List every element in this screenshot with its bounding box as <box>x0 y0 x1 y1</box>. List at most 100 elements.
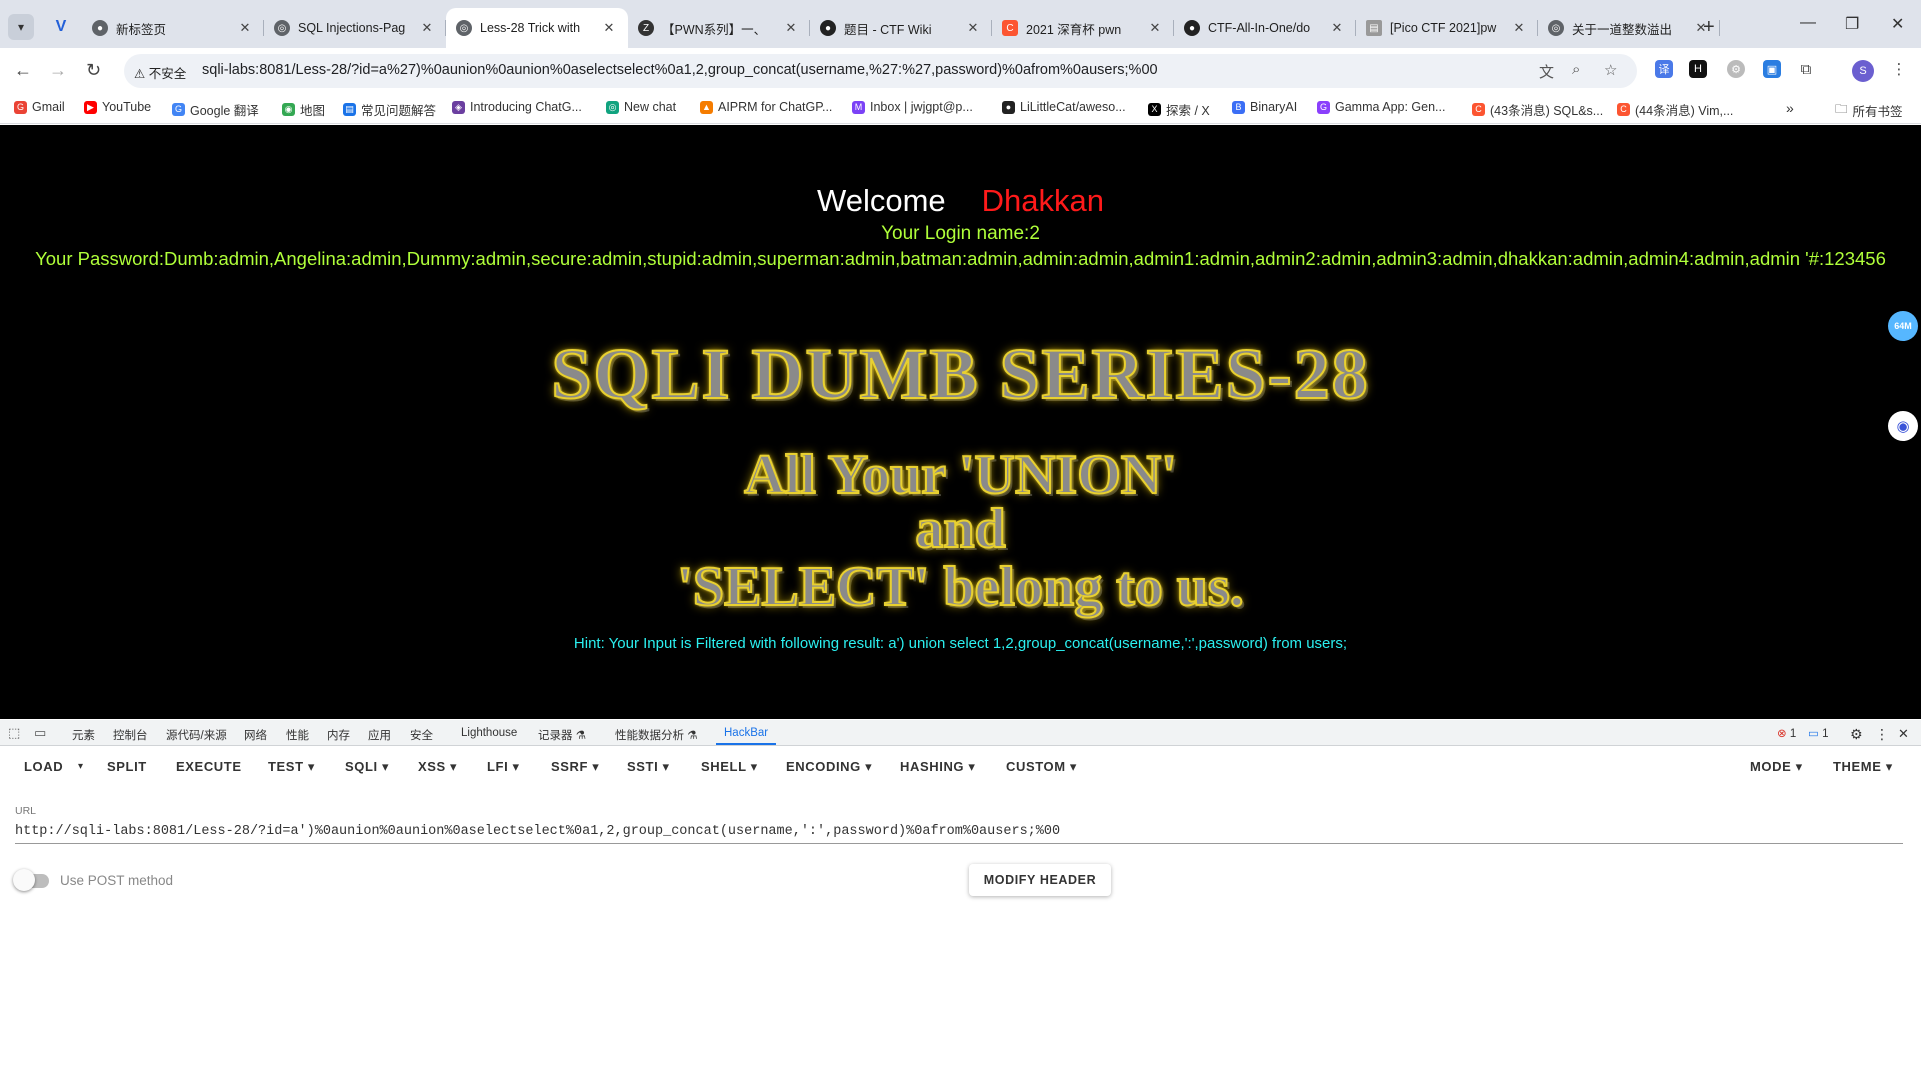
extension-translate-icon[interactable]: 译 <box>1655 60 1673 78</box>
all-bookmarks-button[interactable]: 🗀 所有书签 <box>1835 100 1903 121</box>
devtools-close-icon[interactable]: ✕ <box>1898 726 1909 742</box>
bookmarks-overflow-button[interactable]: » <box>1786 100 1794 116</box>
bookmark-item[interactable]: G Gamma App: Gen... <box>1317 100 1445 114</box>
more-menu-icon[interactable]: ⋮ <box>1890 60 1908 78</box>
modify-header-button[interactable]: MODIFY HEADER <box>969 864 1111 896</box>
tab-3[interactable]: Z 【PWN系列】一、 ✕ <box>628 8 810 48</box>
restore-button[interactable]: ❐ <box>1845 14 1859 34</box>
toggle-knob[interactable] <box>13 869 35 891</box>
vivaldi-icon[interactable]: V <box>48 14 74 40</box>
encoding-menu[interactable]: ENCODING ▾ <box>786 759 872 775</box>
address-bar[interactable]: ⚠ 不安全 sqli-labs:8081/Less-28/?id=a%27)%0… <box>124 54 1637 88</box>
bookmark-item[interactable]: ◎ New chat <box>606 100 676 114</box>
chevron-down-icon: ▾ <box>17 20 25 34</box>
bookmark-item[interactable]: ◉ 地图 <box>282 100 325 119</box>
devtools-tab[interactable]: 性能数据分析 ⚗ <box>615 727 698 743</box>
load-dropdown-icon[interactable]: ▾ <box>78 761 84 772</box>
window-close-button[interactable]: ✕ <box>1891 14 1904 34</box>
close-icon[interactable]: ✕ <box>236 20 254 36</box>
error-counter[interactable]: ⊗ 1 <box>1777 726 1796 740</box>
devtools-tab-hackbar[interactable]: HackBar <box>724 727 768 739</box>
tab-4[interactable]: ● 题目 - CTF Wiki ✕ <box>810 8 992 48</box>
devtools-tab[interactable]: 源代码/来源 <box>166 727 227 743</box>
zoom-icon[interactable]: ⌕ <box>1572 61 1580 78</box>
csdn-icon: C <box>1002 20 1018 36</box>
back-button[interactable]: ← <box>14 60 32 81</box>
sqli-menu[interactable]: SQLI ▾ <box>345 759 389 775</box>
settings-gear-icon[interactable]: ⚙ <box>1850 726 1863 743</box>
bookmark-item[interactable]: B BinaryAI <box>1232 100 1297 114</box>
bookmark-item[interactable]: C (43条消息) SQL&s... <box>1472 100 1603 119</box>
close-icon[interactable]: ✕ <box>964 20 982 36</box>
minimize-button[interactable]: — <box>1800 14 1816 32</box>
tab-1[interactable]: ◎ SQL Injections-Pag ✕ <box>264 8 446 48</box>
extension-gray-icon[interactable]: ⚙ <box>1727 60 1745 78</box>
reload-button[interactable]: ↻ <box>86 60 101 81</box>
close-icon[interactable]: ✕ <box>600 20 618 36</box>
bookmark-item[interactable]: ▲ AIPRM for ChatGP... <box>700 100 832 114</box>
bookmark-item[interactable]: X 探索 / X <box>1148 100 1210 119</box>
forward-button[interactable]: → <box>49 60 67 81</box>
bookmark-item[interactable]: C (44条消息) Vim,... <box>1617 100 1733 119</box>
ssti-menu[interactable]: SSTI ▾ <box>627 759 670 775</box>
split-button[interactable]: SPLIT <box>107 759 147 774</box>
bookmark-star-icon[interactable]: ☆ <box>1604 61 1617 79</box>
tab-5[interactable]: C 2021 深育杯 pwn ✕ <box>992 8 1174 48</box>
bookmark-item[interactable]: M Inbox | jwjgpt@p... <box>852 100 973 114</box>
devtools-tab[interactable]: 网络 <box>244 727 267 743</box>
lfi-menu[interactable]: LFI ▾ <box>487 759 520 775</box>
bookmark-item[interactable]: ● LiLittleCat/aweso... <box>1002 100 1126 114</box>
tab-search-button[interactable]: ▾ <box>8 14 34 40</box>
bookmark-item[interactable]: ▤ 常见问题解答 <box>343 100 436 119</box>
devtools-tab[interactable]: 控制台 <box>113 727 148 743</box>
close-icon[interactable]: ✕ <box>782 20 800 36</box>
xss-menu[interactable]: XSS ▾ <box>418 759 457 775</box>
extension-blue-icon[interactable]: ▣ <box>1763 60 1781 78</box>
devtools-tab[interactable]: 元素 <box>72 727 95 743</box>
ssrf-menu[interactable]: SSRF ▾ <box>551 759 599 775</box>
globe-icon: ◎ <box>456 20 472 36</box>
custom-menu[interactable]: CUSTOM ▾ <box>1006 759 1077 775</box>
tab-title: [Pico CTF 2021]pw <box>1390 21 1497 35</box>
execute-button[interactable]: EXECUTE <box>176 759 242 774</box>
devtools-tab[interactable]: Lighthouse <box>461 727 517 739</box>
devtools-tab[interactable]: 性能 <box>286 727 309 743</box>
devtools-tab[interactable]: 记录器 ⚗ <box>538 727 586 743</box>
address-bar-url[interactable]: sqli-labs:8081/Less-28/?id=a%27)%0aunion… <box>202 62 1158 78</box>
bookmark-item[interactable]: G Gmail <box>14 100 65 114</box>
close-icon[interactable]: ✕ <box>418 20 436 36</box>
shell-menu[interactable]: SHELL ▾ <box>701 759 758 775</box>
test-menu[interactable]: TEST ▾ <box>268 759 315 775</box>
new-tab-button[interactable]: + <box>1703 16 1715 39</box>
assistant-float-icon[interactable]: ◉ <box>1888 411 1918 441</box>
devtools-more-icon[interactable]: ⋮ <box>1875 726 1889 743</box>
bookmark-item[interactable]: ◈ Introducing ChatG... <box>452 100 582 114</box>
load-button[interactable]: LOAD <box>24 759 63 774</box>
mode-menu[interactable]: MODE ▾ <box>1750 759 1803 775</box>
close-icon[interactable]: ✕ <box>1510 20 1528 36</box>
tab-2[interactable]: ◎ Less-28 Trick with ✕ <box>446 8 628 48</box>
extensions-puzzle-icon[interactable]: ⧉ <box>1797 60 1815 78</box>
devtools-tab[interactable]: 应用 <box>368 727 391 743</box>
message-counter[interactable]: ▭ 1 <box>1808 726 1828 740</box>
device-toolbar-icon[interactable]: ▭ <box>34 725 46 741</box>
bookmark-item[interactable]: G Google 翻译 <box>172 100 259 119</box>
devtools-tab[interactable]: 内存 <box>327 727 350 743</box>
bookmark-item[interactable]: ▶ YouTube <box>84 100 151 114</box>
memory-badge[interactable]: 64M <box>1888 311 1918 341</box>
close-icon[interactable]: ✕ <box>1146 20 1164 36</box>
tab-6[interactable]: ● CTF-All-In-One/do ✕ <box>1174 8 1356 48</box>
profile-avatar[interactable]: S <box>1852 60 1874 82</box>
translate-icon[interactable]: 文 <box>1539 61 1554 82</box>
extension-h-icon[interactable]: H <box>1689 60 1707 78</box>
inspect-element-icon[interactable]: ⬚ <box>8 725 20 741</box>
devtools-tab[interactable]: 安全 <box>410 727 433 743</box>
hashing-menu[interactable]: HASHING ▾ <box>900 759 976 775</box>
security-indicator[interactable]: ⚠ 不安全 <box>134 63 186 82</box>
tab-0[interactable]: ● 新标签页 ✕ <box>82 8 264 48</box>
tab-7[interactable]: ▤ [Pico CTF 2021]pw ✕ <box>1356 8 1538 48</box>
tab-8[interactable]: ◎ 关于一道整数溢出 ✕ <box>1538 8 1720 48</box>
hackbar-url-input[interactable]: http://sqli-labs:8081/Less-28/?id=a')%0a… <box>15 824 1903 844</box>
theme-menu[interactable]: THEME ▾ <box>1833 759 1893 775</box>
close-icon[interactable]: ✕ <box>1328 20 1346 36</box>
